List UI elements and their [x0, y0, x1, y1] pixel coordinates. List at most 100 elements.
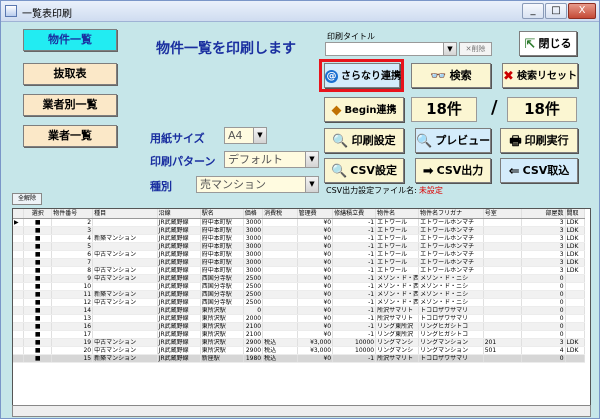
- table-cell-sel[interactable]: ■: [23, 274, 53, 283]
- maximize-button[interactable]: □: [545, 3, 567, 19]
- nav-property-list[interactable]: 物件一覧: [23, 29, 117, 51]
- table-cell-sel[interactable]: ■: [23, 298, 53, 307]
- table-cell-tax: [262, 298, 298, 307]
- search-button[interactable]: 👓 検索: [411, 63, 491, 88]
- table-cell-sel[interactable]: ■: [23, 314, 53, 323]
- table-row[interactable]: ■ 20 中古マンション JR武蔵野線 東所沢駅 2900 税込 ¥3,000 10000 リング…: [13, 346, 586, 355]
- close-button[interactable]: ⇱ 閉じる: [519, 31, 577, 56]
- csv-import-button[interactable]: ⇐ CSV取込: [500, 158, 578, 183]
- table-cell-no: 8: [51, 266, 94, 275]
- table-cell-station: 東所沢駅: [200, 314, 244, 323]
- close-window-button[interactable]: X: [568, 3, 596, 19]
- table-cell-repair: -1: [332, 226, 377, 235]
- table-row[interactable]: ▶ ■ 2 JR武蔵野線 府中本町駅 3000 ¥0 -1 エトワール エトワールホンマチ 3 LDK: [13, 218, 586, 227]
- table-row[interactable]: ■ 10 JR武蔵野線 西国分寺駅 2500 ¥0 -1 メゾン・ド・西 メゾン・ド・ニシ 0: [13, 282, 586, 291]
- table-cell-sel[interactable]: ■: [23, 322, 53, 331]
- table-cell-price: 3000: [243, 266, 264, 275]
- table-cell-type: 中古マンション: [92, 274, 158, 283]
- nav-extract-table[interactable]: 抜取表: [23, 63, 117, 85]
- print-run-button[interactable]: 🖶 印刷実行: [500, 128, 578, 153]
- table-cell-sel[interactable]: ■: [23, 258, 53, 267]
- table-cell-sel[interactable]: ■: [23, 346, 53, 355]
- table-cell-repair: -1: [332, 290, 377, 299]
- table-row[interactable]: ■ 9 中古マンション JR武蔵野線 西国分寺駅 2500 ¥0 -1 メゾン・ド・西 メゾン・ド…: [13, 274, 586, 283]
- nav-by-dealer-list[interactable]: 業者別一覧: [23, 94, 117, 116]
- table-row[interactable]: ■ 15 新築マンション JR武蔵野線 新座駅 1980 税込 ¥0 -1 所沢サマリト トコロザワ…: [13, 354, 586, 363]
- binoculars-reset-icon: ✖: [503, 68, 514, 84]
- table-cell-sel[interactable]: ■: [23, 330, 53, 339]
- table-cell-price: 2100: [243, 330, 264, 339]
- table-cell-sel[interactable]: ■: [23, 218, 53, 227]
- table-cell-layout: [565, 330, 586, 339]
- table-cell-kana: トコロザワサマリ: [418, 306, 484, 315]
- table-row[interactable]: ■ 5 JR武蔵野線 府中本町駅 3000 ¥0 -1 エトワール エトワールホンマチ 3 LDK: [13, 242, 586, 251]
- table-cell-sel[interactable]: ■: [23, 282, 53, 291]
- column-header: 選択: [23, 209, 53, 219]
- table-cell-price: 2900: [243, 346, 264, 355]
- table-cell-name: エトワール: [375, 266, 420, 275]
- table-row[interactable]: ■ 16 JR武蔵野線 東所沢駅 2100 ¥0 -1 リング東所沢 リングヒガシトコ 0: [13, 322, 586, 331]
- print-pattern-select[interactable]: デフォルト ▼: [224, 151, 319, 168]
- csv-output-button[interactable]: ➡ CSV出力: [415, 158, 491, 183]
- table-cell-room: [483, 354, 523, 363]
- select-all-button[interactable]: 全解除: [12, 193, 42, 205]
- chevron-down-icon: ▼: [443, 43, 456, 55]
- table-cell-sel[interactable]: ■: [23, 226, 53, 235]
- preview-button[interactable]: 🔍 プレビュー: [415, 128, 491, 153]
- nav-dealer-list[interactable]: 業者一覧: [23, 125, 117, 147]
- table-row[interactable]: ■ 12 中古マンション JR武蔵野線 西国分寺駅 2500 ¥0 -1 メゾン・ド・西 メゾン・…: [13, 298, 586, 307]
- csv-settings-button[interactable]: 🔍 CSV設定: [324, 158, 404, 183]
- category-select[interactable]: 売マンション ▼: [196, 176, 319, 193]
- table-cell-mgmt: ¥0: [297, 234, 334, 243]
- table-cell-tax: [262, 234, 298, 243]
- table-cell-tax: [262, 258, 298, 267]
- table-row[interactable]: ■ 11 新築マンション JR武蔵野線 西国分寺駅 2500 ¥0 -1 メゾン・ド・西 メゾン・…: [13, 290, 586, 299]
- table-cell-name: メゾン・ド・西: [375, 282, 420, 291]
- table-cell-layout: [565, 354, 586, 363]
- table-row[interactable]: ■ 17 JR武蔵野線 東所沢駅 2100 ¥0 -1 リング東所沢 リングヒガシトコ 0: [13, 330, 586, 339]
- table-cell-kana: メゾン・ド・ニシ: [418, 290, 484, 299]
- table-cell-sel[interactable]: ■: [23, 306, 53, 315]
- delete-title-button[interactable]: ✕削除: [459, 42, 492, 56]
- table-cell-sel[interactable]: ■: [23, 250, 53, 259]
- magnifier-icon: 🔍: [332, 133, 349, 149]
- minimize-button[interactable]: _: [522, 3, 544, 19]
- table-cell-sel[interactable]: ■: [23, 290, 53, 299]
- table-row[interactable]: ■ 19 中古マンション JR武蔵野線 東所沢駅 2900 税込 ¥3,000 10000 リング…: [13, 338, 586, 347]
- table-cell-mark: [13, 282, 25, 291]
- table-cell-type: [92, 218, 158, 227]
- horizontal-scrollbar[interactable]: [12, 405, 591, 417]
- table-row[interactable]: ■ 6 中古マンション JR武蔵野線 府中本町駅 3000 ¥0 -1 エトワール エトワールホン…: [13, 250, 586, 259]
- table-cell-rooms: 0: [521, 354, 566, 363]
- export-icon: ➡: [422, 163, 434, 179]
- paper-size-select[interactable]: A4 ▼: [224, 127, 267, 144]
- table-cell-station: 東所沢駅: [200, 346, 244, 355]
- table-cell-sel[interactable]: ■: [23, 234, 53, 243]
- title-bar[interactable]: 一覧表印刷 _ □ X: [1, 1, 599, 22]
- table-cell-sel[interactable]: ■: [23, 242, 53, 251]
- table-cell-no: 5: [51, 242, 94, 251]
- column-header: 価格: [243, 209, 264, 219]
- table-cell-rooms: 3: [521, 234, 566, 243]
- table-cell-sel[interactable]: ■: [23, 338, 53, 347]
- search-reset-button[interactable]: ✖ 検索リセット: [502, 63, 578, 88]
- table-row[interactable]: ■ 13 JR武蔵野線 東所沢駅 2000 ¥0 -1 所沢サマリト トコロザワサマリ 0: [13, 314, 586, 323]
- column-header: 管理費: [297, 209, 334, 219]
- print-settings-button[interactable]: 🔍 印刷設定: [324, 128, 404, 153]
- table-row[interactable]: ■ 8 中古マンション JR武蔵野線 府中本町駅 3000 ¥0 -1 エトワール エトワールホン…: [13, 266, 586, 275]
- table-cell-kana: リングマンション: [418, 346, 484, 355]
- table-cell-kana: メゾン・ド・ニシ: [418, 298, 484, 307]
- table-cell-sel[interactable]: ■: [23, 266, 53, 275]
- table-row[interactable]: ■ 7 JR武蔵野線 府中本町駅 3000 ¥0 -1 エトワール エトワールホンマチ 3 LDK: [13, 258, 586, 267]
- table-cell-sel[interactable]: ■: [23, 354, 53, 363]
- table-cell-type: [92, 322, 158, 331]
- table-row[interactable]: ■ 3 JR武蔵野線 府中本町駅 3000 ¥0 -1 エトワール エトワールホンマチ 3 LDK: [13, 226, 586, 235]
- table-cell-kana: エトワールホンマチ: [418, 226, 484, 235]
- table-cell-tax: [262, 330, 298, 339]
- print-title-select[interactable]: ▼: [325, 42, 457, 56]
- table-row[interactable]: ■ 14 JR武蔵野線 東所沢駅 0 ¥0 -1 所沢サマリト トコロザワサマリ 0: [13, 306, 586, 315]
- table-cell-type: 新築マンション: [92, 354, 158, 363]
- begin-link-button[interactable]: ◆ Begin連携: [324, 97, 404, 122]
- property-table[interactable]: 選択 物件番号 種目 沿線 駅名 価格 消費税 管理費 修繕積立費 物件名 物件…: [12, 208, 591, 407]
- table-row[interactable]: ■ 4 新築マンション JR武蔵野線 府中本町駅 3000 ¥0 -1 エトワール エトワールホン…: [13, 234, 586, 243]
